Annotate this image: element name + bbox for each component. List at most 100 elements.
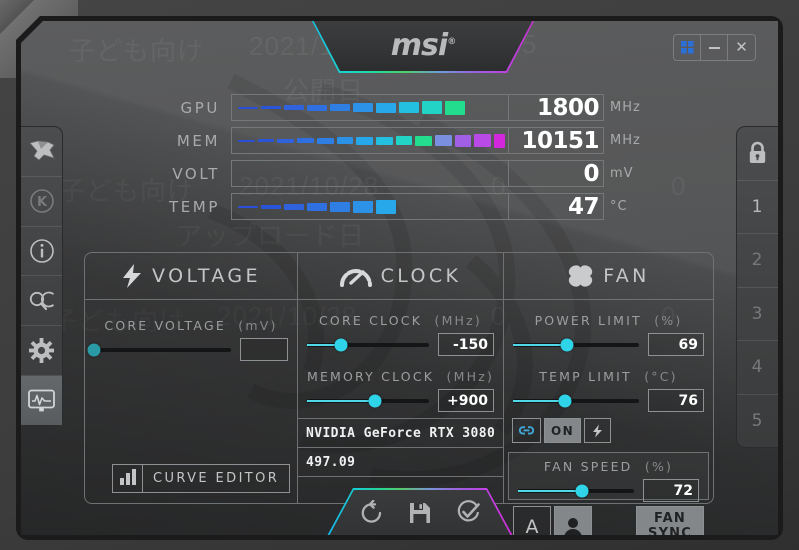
fan-speed-block: FAN SPEED (%) 72 A FAN SYNC xyxy=(508,452,709,535)
power-limit-unit: (%) xyxy=(654,313,683,328)
sidebar-item-msi-dragon[interactable] xyxy=(21,127,62,177)
info-icon xyxy=(29,239,54,263)
right-sidebar: 1 2 3 4 5 xyxy=(736,126,778,448)
windows-settings-button[interactable] xyxy=(674,35,701,60)
app-screen: 子ども向け 2021/10/28 公開日 485 子ども向け 2021/10/2… xyxy=(21,21,778,535)
reset-icon xyxy=(359,500,384,525)
reset-button[interactable] xyxy=(359,500,384,525)
core-clock-label-text: CORE CLOCK xyxy=(319,313,423,328)
power-limit-knob[interactable] xyxy=(560,338,574,351)
minimize-button[interactable] xyxy=(701,35,728,60)
core-voltage-label: CORE VOLTAGE (mV) xyxy=(85,318,297,333)
power-limit-track[interactable] xyxy=(513,338,639,351)
fan-speed-knob[interactable] xyxy=(575,484,589,497)
memory-clock-value[interactable]: +900 xyxy=(438,389,494,412)
profile-button-2[interactable]: 2 xyxy=(737,234,778,288)
link-toggle-button[interactable] xyxy=(512,418,541,443)
curve-editor-button[interactable]: CURVE EDITOR xyxy=(112,464,291,493)
save-button[interactable] xyxy=(408,501,432,525)
core-voltage-knob[interactable] xyxy=(87,343,101,356)
bar-segment xyxy=(376,199,396,214)
core-clock-unit: (MHz) xyxy=(434,313,482,328)
power-limit-label-text: POWER LIMIT xyxy=(534,313,642,328)
msi-brand-text: msi xyxy=(390,28,448,63)
on-toggle-button[interactable]: ON xyxy=(544,418,582,443)
bar-segment xyxy=(316,137,334,144)
core-clock-value[interactable]: -150 xyxy=(438,333,494,356)
fan-speed-value[interactable]: 72 xyxy=(643,479,699,502)
power-limit-label: POWER LIMIT (%) xyxy=(504,313,713,328)
msi-afterburner-window: 子ども向け 2021/10/28 公開日 485 子ども向け 2021/10/2… xyxy=(0,0,799,550)
monitor-unit: °C xyxy=(610,199,628,214)
monitor-row: VOLT 0 mV xyxy=(156,160,656,187)
clock-panel-body: CORE CLOCK (MHz) -150 MEMORY CLOCK (MHz)… xyxy=(298,300,503,505)
monitor-row: MEM 10151 MHz xyxy=(156,127,656,154)
bar-segment xyxy=(307,104,327,111)
profile-button-3[interactable]: 3 xyxy=(737,288,778,341)
driver-version-row: 497.09 xyxy=(298,448,503,477)
voltage-panel: VOLTAGE CORE VOLTAGE (mV) CURVE EDITOR xyxy=(84,252,298,504)
voltage-panel-title: VOLTAGE xyxy=(152,265,261,287)
minimize-icon xyxy=(708,46,720,49)
close-button[interactable]: ✕ xyxy=(728,35,755,60)
clock-panel-header: CLOCK xyxy=(298,253,503,300)
profile-button-4[interactable]: 4 xyxy=(737,341,778,395)
bar-segment xyxy=(277,138,295,143)
monitor-label: TEMP xyxy=(168,197,220,216)
sidebar-item-kombustor[interactable]: K xyxy=(21,177,62,227)
monitor-bar-graph xyxy=(231,94,509,121)
lock-icon xyxy=(749,142,766,164)
temp-limit-label: TEMP LIMIT (°C) xyxy=(504,369,713,384)
close-icon: ✕ xyxy=(735,38,748,56)
core-clock-knob[interactable] xyxy=(334,338,348,351)
profile-button-1[interactable]: 1 xyxy=(737,181,778,234)
temp-limit-knob[interactable] xyxy=(558,394,572,407)
fan-sync-line2: SYNC xyxy=(648,526,692,535)
fan-manual-button[interactable] xyxy=(554,506,592,535)
trademark-mark: ® xyxy=(447,37,456,47)
monitor-row: TEMP 47 °C xyxy=(156,193,656,220)
monitor-label: MEM xyxy=(176,131,220,150)
bar-segment xyxy=(395,136,413,145)
clock-panel-title: CLOCK xyxy=(380,265,462,287)
core-voltage-track[interactable] xyxy=(87,343,231,356)
power-limit-value[interactable]: 69 xyxy=(648,333,704,356)
core-voltage-value[interactable] xyxy=(240,338,288,361)
sidebar-item-monitoring[interactable] xyxy=(21,376,62,425)
fan-toggle-row: ON xyxy=(512,418,614,443)
fan-sync-line1: FAN xyxy=(654,511,686,527)
fan-panel: FAN POWER LIMIT (%) 69 TEMP LIMIT (°C) 7… xyxy=(504,252,714,535)
memory-clock-knob[interactable] xyxy=(368,394,382,407)
gear-icon xyxy=(29,338,54,364)
lightning-bolt-icon xyxy=(123,264,142,288)
sidebar-item-info[interactable] xyxy=(21,227,62,277)
fan-auto-button[interactable]: A xyxy=(513,506,551,535)
gpu-info-block: NVIDIA GeForce RTX 3080 497.09 xyxy=(298,418,503,477)
windows-logo-icon xyxy=(680,41,694,54)
bar-segment xyxy=(353,200,373,213)
temp-limit-value[interactable]: 76 xyxy=(648,389,704,412)
fan-speed-label-text: FAN SPEED xyxy=(543,459,633,474)
sidebar-item-oc-scanner[interactable] xyxy=(21,276,62,327)
fan-icon xyxy=(569,265,593,287)
bleed-text: 0 xyxy=(671,171,687,201)
apply-button[interactable] xyxy=(456,500,481,525)
monitor-bar-graph xyxy=(231,127,509,154)
bar-segment xyxy=(435,135,452,146)
bar-segment xyxy=(376,102,396,113)
profile-lock-button[interactable] xyxy=(737,127,778,181)
profile-button-5[interactable]: 5 xyxy=(737,395,778,448)
bar-segment xyxy=(330,201,350,212)
msi-brand-logo: msi® xyxy=(311,28,535,63)
core-clock-track[interactable] xyxy=(307,338,429,351)
monitor-row: GPU 1800 MHz xyxy=(156,94,656,121)
clock-panel: CLOCK CORE CLOCK (MHz) -150 MEMORY CLOCK… xyxy=(298,252,504,504)
core-voltage-unit: (mV) xyxy=(238,318,278,333)
fan-speed-track[interactable] xyxy=(518,484,634,497)
kombustor-k-circle-icon: K xyxy=(29,189,54,214)
memory-clock-track[interactable] xyxy=(307,394,429,407)
sidebar-item-settings[interactable] xyxy=(21,326,62,377)
fan-sync-button[interactable]: FAN SYNC xyxy=(636,506,704,535)
lightning-toggle-button[interactable] xyxy=(584,418,612,443)
temp-limit-track[interactable] xyxy=(513,394,639,407)
